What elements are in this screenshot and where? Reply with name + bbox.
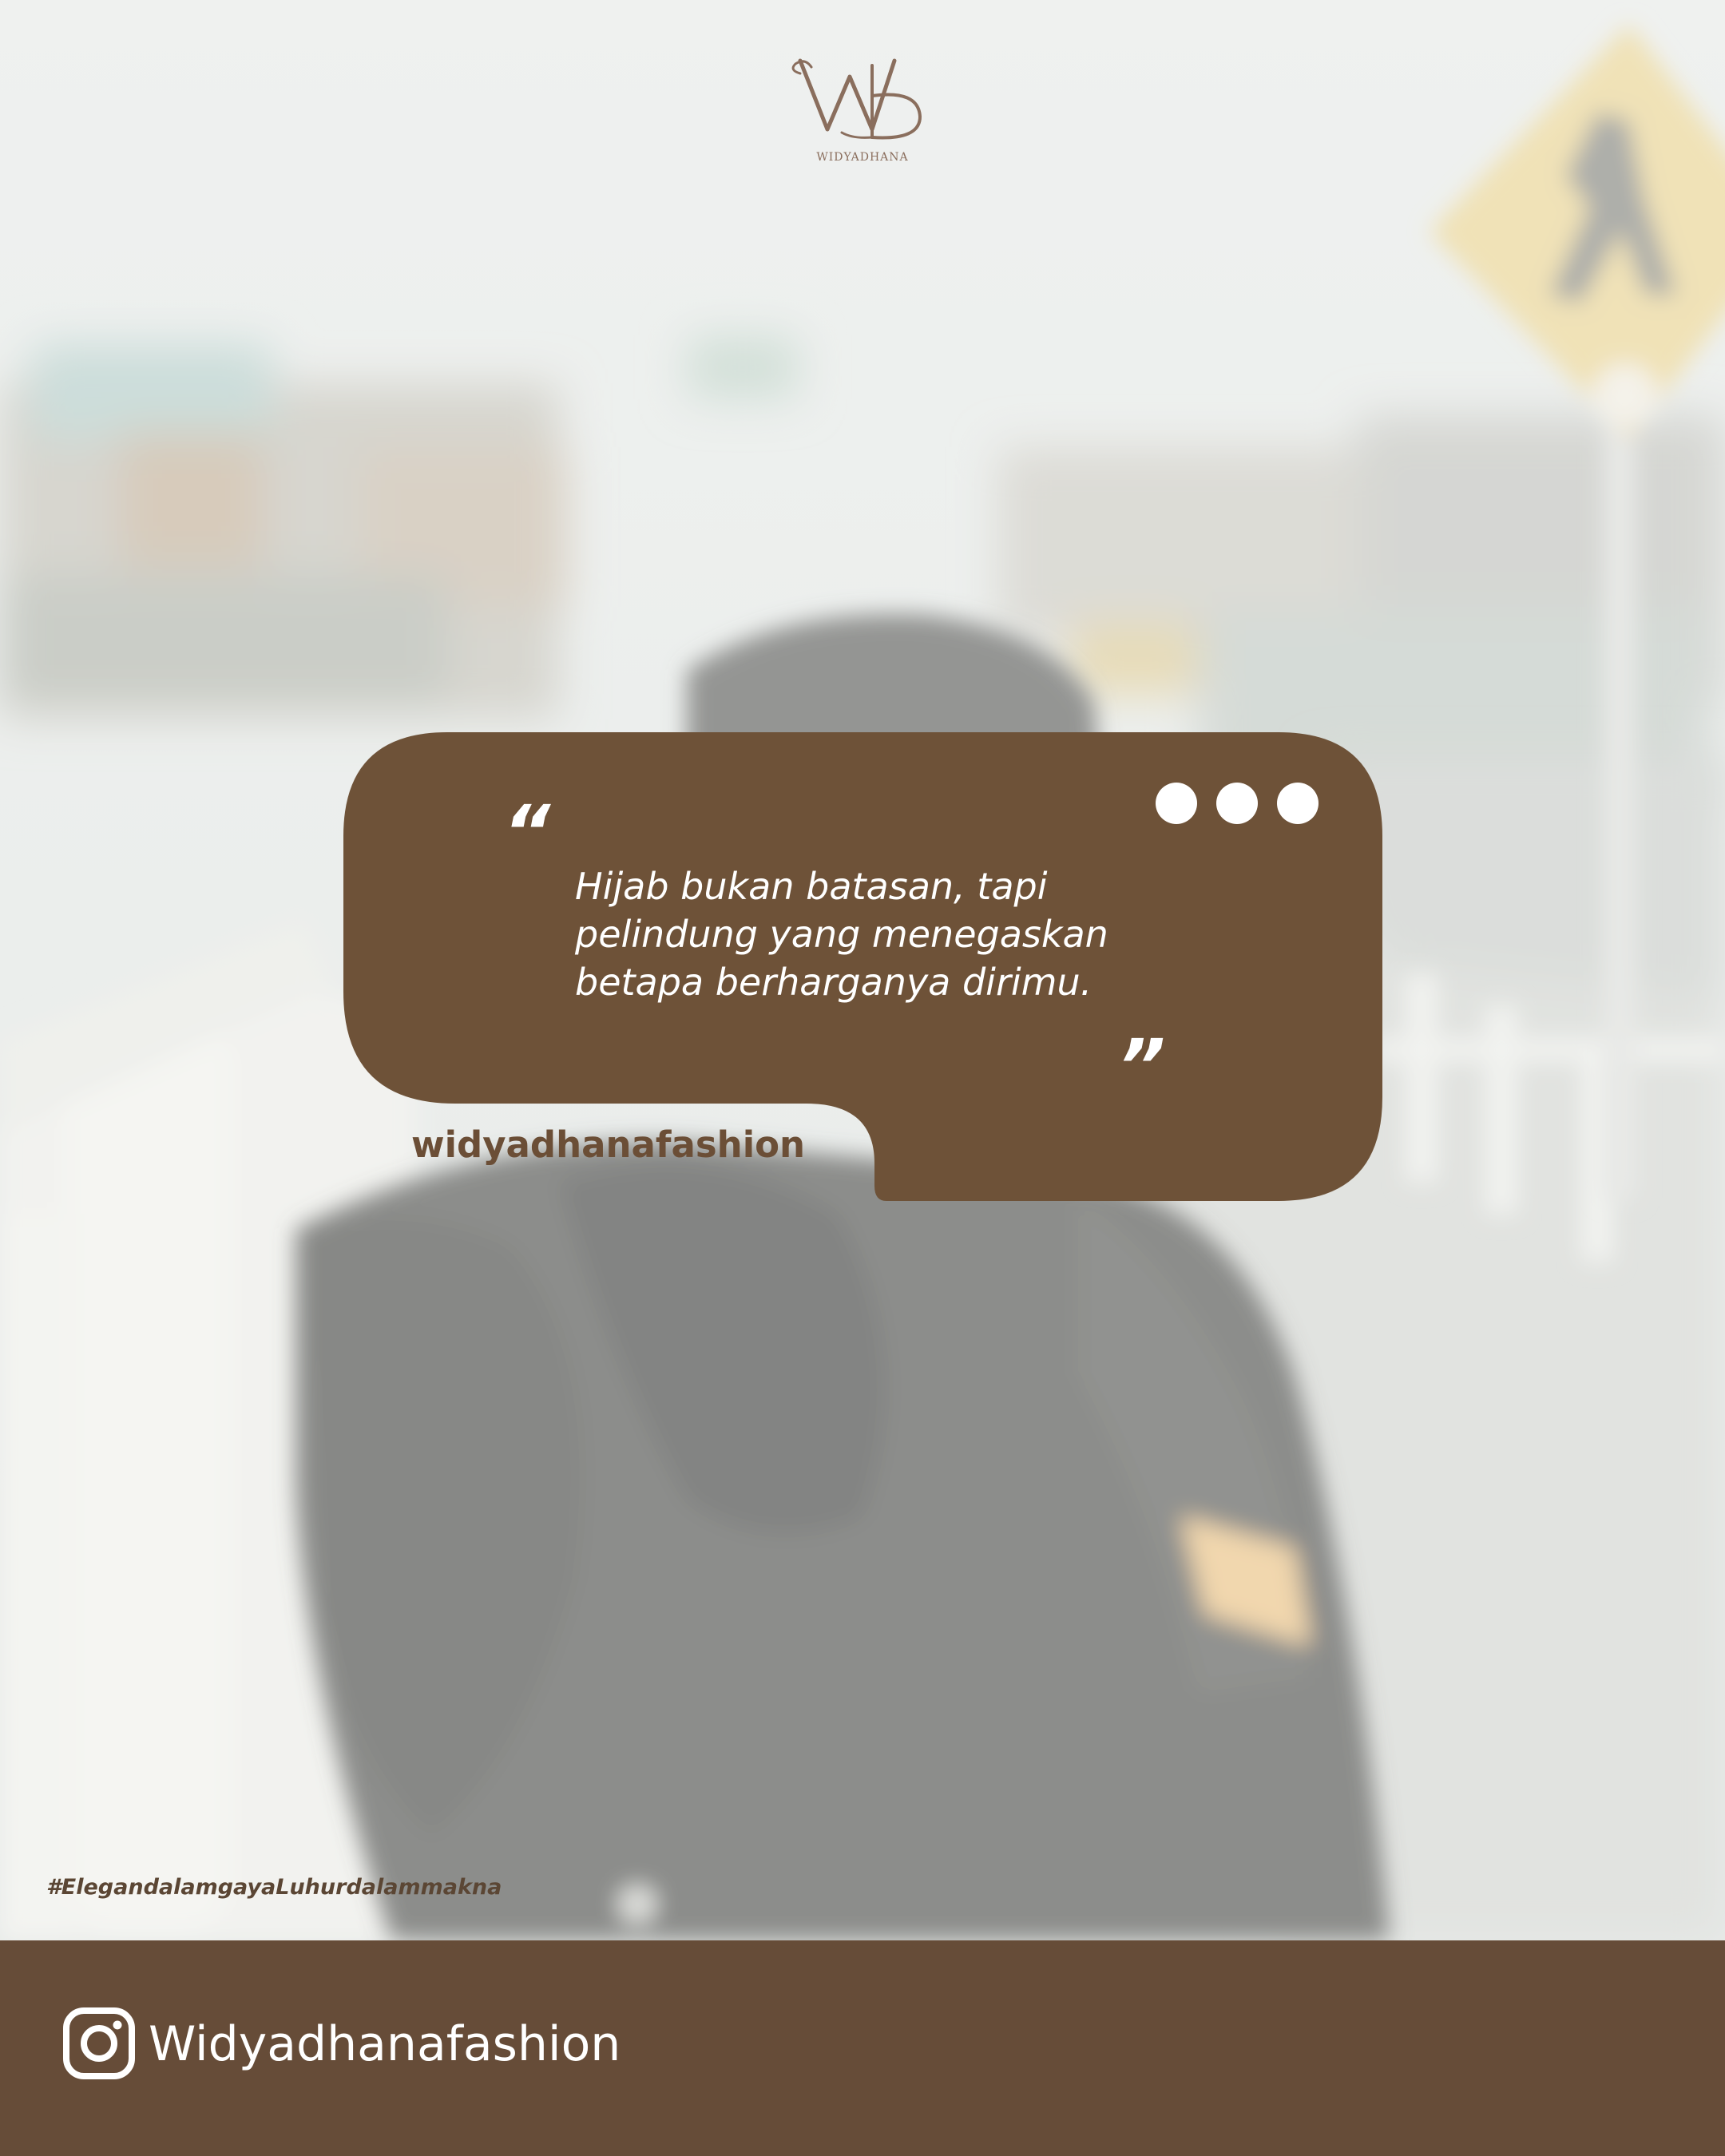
instagram-handle[interactable]: Widyadhanafashion [149, 2015, 621, 2073]
quote-bubble: “ Hijab bukan batasan, tapi pelindung ya… [343, 732, 1382, 1201]
hashtag-text: #ElegandalamgayaLuhurdalammakna [46, 1875, 502, 1900]
logo-wordmark: WIDYADHANA [816, 151, 909, 164]
footer-bar: Widyadhanafashion [0, 1940, 1725, 2156]
open-quote-mark: “ [503, 790, 551, 875]
dot [1216, 783, 1258, 824]
brand-logo: WIDYADHANA [783, 50, 942, 169]
close-quote-mark: ” [1118, 1024, 1166, 1109]
dot [1156, 783, 1197, 824]
quote-text: Hijab bukan batasan, tapi pelindung yang… [575, 865, 1108, 1004]
author-handle: widyadhanafashion [411, 1124, 806, 1166]
wd-monogram-icon [791, 58, 922, 140]
dot [1277, 783, 1319, 824]
instagram-icon[interactable] [62, 2007, 136, 2080]
quote-poster: WIDYADHANA “ Hijab bukan batasan, tapi p… [0, 0, 1725, 2156]
more-dots-icon [1156, 783, 1319, 824]
